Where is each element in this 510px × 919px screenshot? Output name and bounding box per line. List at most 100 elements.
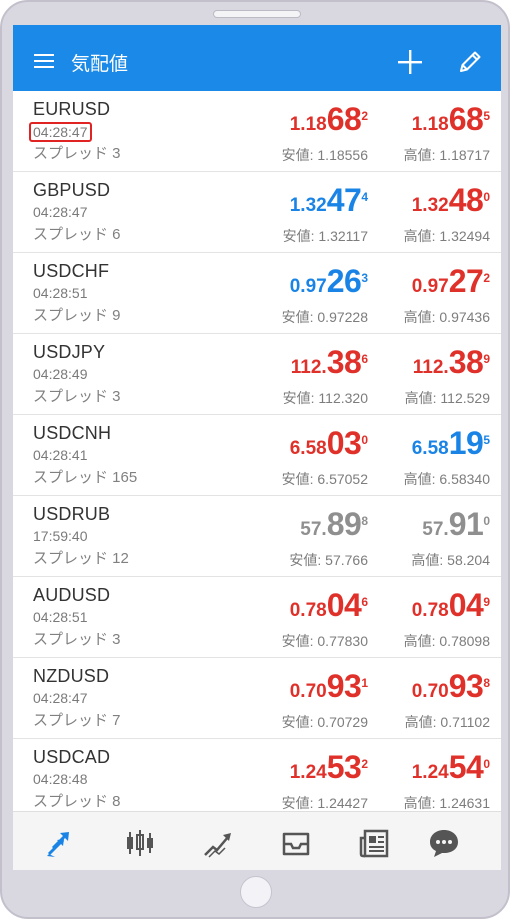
app-bar: 気配値 xyxy=(13,25,501,91)
bid-price[interactable]: 0.78046 xyxy=(290,587,368,624)
quote-list[interactable]: EURUSD 04:28:47 スプレッド 3 1.18682 1.18685 … xyxy=(13,91,501,811)
symbol-label: USDJPY xyxy=(33,342,106,362)
ask-price-main: 91 xyxy=(448,506,484,542)
ask-price[interactable]: 1.18685 xyxy=(412,101,490,138)
ask-price-pip: 8 xyxy=(483,675,490,690)
quote-row-eurusd[interactable]: EURUSD 04:28:47 スプレッド 3 1.18682 1.18685 … xyxy=(13,91,501,172)
spread-label: スプレッド 3 xyxy=(33,631,121,648)
ask-price[interactable]: 6.58195 xyxy=(412,425,490,462)
spread-label: スプレッド 12 xyxy=(33,550,129,567)
quote-time: 04:28:47 xyxy=(29,122,92,142)
quote-time: 04:28:48 xyxy=(33,771,88,787)
quote-time: 04:28:51 xyxy=(33,285,88,301)
bid-price-pip: 1 xyxy=(361,675,368,690)
ask-price-prefix: 112. xyxy=(412,357,449,378)
quotes-arrows-icon[interactable] xyxy=(43,826,77,860)
bid-price-pip: 2 xyxy=(361,756,368,771)
quote-row-nzdusd[interactable]: NZDUSD 04:28:47 スプレッド 7 0.70931 0.70938 … xyxy=(13,658,501,739)
ask-price[interactable]: 57.910 xyxy=(422,506,490,543)
symbol-label: USDCAD xyxy=(33,747,111,767)
inbox-icon[interactable] xyxy=(279,826,313,860)
bid-price[interactable]: 1.24532 xyxy=(290,749,368,786)
symbol-label: NZDUSD xyxy=(33,666,110,686)
bid-price-pip: 0 xyxy=(361,432,368,447)
bid-price[interactable]: 0.70931 xyxy=(290,668,368,705)
quote-row-usdchf[interactable]: USDCHF 04:28:51 スプレッド 9 0.97263 0.97272 … xyxy=(13,253,501,334)
symbol-label: USDCHF xyxy=(33,261,110,281)
bid-price-main: 47 xyxy=(326,182,362,218)
bid-price[interactable]: 1.32474 xyxy=(290,182,368,219)
low-price: 安値: 0.77830 xyxy=(281,633,368,649)
bid-price[interactable]: 57.898 xyxy=(300,506,368,543)
quote-row-usdcnh[interactable]: USDCNH 04:28:41 スプレッド 165 6.58030 6.5819… xyxy=(13,415,501,496)
ask-price-pip: 2 xyxy=(483,270,490,285)
bid-price-pip: 8 xyxy=(361,513,368,528)
bid-price-main: 93 xyxy=(326,668,362,704)
ask-price[interactable]: 0.70938 xyxy=(412,668,490,705)
quote-row-usdcad[interactable]: USDCAD 04:28:48 スプレッド 8 1.24532 1.24540 … xyxy=(13,739,501,811)
low-price: 安値: 1.24427 xyxy=(281,795,368,811)
chat-bubble-icon[interactable] xyxy=(427,826,461,860)
ask-price-pip: 0 xyxy=(483,189,490,204)
ask-price-pip: 5 xyxy=(483,432,490,447)
high-price: 高値: 1.18717 xyxy=(403,147,490,163)
ask-price[interactable]: 0.97272 xyxy=(412,263,490,300)
bid-price-prefix: 1.18 xyxy=(289,114,327,135)
bid-price-prefix: 1.32 xyxy=(289,195,327,216)
ask-price-prefix: 1.32 xyxy=(411,195,449,216)
page-title: 気配値 xyxy=(71,54,129,75)
pencil-icon[interactable] xyxy=(456,48,484,76)
symbol-label: USDCNH xyxy=(33,423,112,443)
ask-price-prefix: 6.58 xyxy=(411,438,449,459)
ask-price[interactable]: 1.32480 xyxy=(412,182,490,219)
bid-price[interactable]: 112.386 xyxy=(291,344,368,381)
high-price: 高値: 0.78098 xyxy=(403,633,490,649)
high-price: 高値: 6.58340 xyxy=(403,471,490,487)
ask-price-main: 54 xyxy=(448,749,484,785)
ask-price-main: 68 xyxy=(448,101,484,137)
high-price: 高値: 1.32494 xyxy=(403,228,490,244)
home-button[interactable] xyxy=(240,876,272,908)
bid-price[interactable]: 1.18682 xyxy=(290,101,368,138)
ask-price-main: 93 xyxy=(448,668,484,704)
symbol-label: AUDUSD xyxy=(33,585,111,605)
ask-price[interactable]: 1.24540 xyxy=(412,749,490,786)
ask-price-main: 04 xyxy=(448,587,484,623)
phone-frame: 気配値 EURUSD 04:28:47 スプレッド 3 1.18682 1.18… xyxy=(0,0,510,919)
bid-price[interactable]: 6.58030 xyxy=(290,425,368,462)
quote-row-gbpusd[interactable]: GBPUSD 04:28:47 スプレッド 6 1.32474 1.32480 … xyxy=(13,172,501,253)
ask-price-pip: 5 xyxy=(483,108,490,123)
quote-time: 17:59:40 xyxy=(33,528,88,544)
ask-price[interactable]: 112.389 xyxy=(413,344,490,381)
low-price: 安値: 112.320 xyxy=(282,390,368,406)
low-price: 安値: 57.766 xyxy=(289,552,368,568)
high-price: 高値: 112.529 xyxy=(404,390,490,406)
low-price: 安値: 6.57052 xyxy=(281,471,368,487)
bid-price-prefix: 57. xyxy=(300,519,327,540)
high-price: 高値: 0.97436 xyxy=(403,309,490,325)
quote-row-usdrub[interactable]: USDRUB 17:59:40 スプレッド 12 57.898 57.910 安… xyxy=(13,496,501,577)
quote-time: 04:28:47 xyxy=(33,204,88,220)
ask-price-main: 27 xyxy=(448,263,484,299)
spread-label: スプレッド 8 xyxy=(33,793,121,810)
spread-label: スプレッド 6 xyxy=(33,226,121,243)
bid-price[interactable]: 0.97263 xyxy=(290,263,368,300)
quote-row-audusd[interactable]: AUDUSD 04:28:51 スプレッド 3 0.78046 0.78049 … xyxy=(13,577,501,658)
bid-price-pip: 6 xyxy=(361,594,368,609)
low-price: 安値: 1.18556 xyxy=(281,147,368,163)
ask-price-prefix: 1.24 xyxy=(411,762,449,783)
trade-trend-icon[interactable] xyxy=(201,826,235,860)
ask-price-main: 38 xyxy=(448,344,484,380)
app-screen: 気配値 EURUSD 04:28:47 スプレッド 3 1.18682 1.18… xyxy=(13,25,501,870)
menu-icon[interactable] xyxy=(34,54,58,72)
low-price: 安値: 1.32117 xyxy=(282,228,368,244)
plus-icon[interactable] xyxy=(396,48,424,76)
news-icon[interactable] xyxy=(357,826,391,860)
ask-price[interactable]: 0.78049 xyxy=(412,587,490,624)
low-price: 安値: 0.97228 xyxy=(281,309,368,325)
quote-row-usdjpy[interactable]: USDJPY 04:28:49 スプレッド 3 112.386 112.389 … xyxy=(13,334,501,415)
bid-price-prefix: 0.97 xyxy=(289,276,327,297)
bid-price-pip: 4 xyxy=(361,189,368,204)
quote-time: 04:28:47 xyxy=(33,690,88,706)
candlestick-chart-icon[interactable] xyxy=(123,826,157,860)
